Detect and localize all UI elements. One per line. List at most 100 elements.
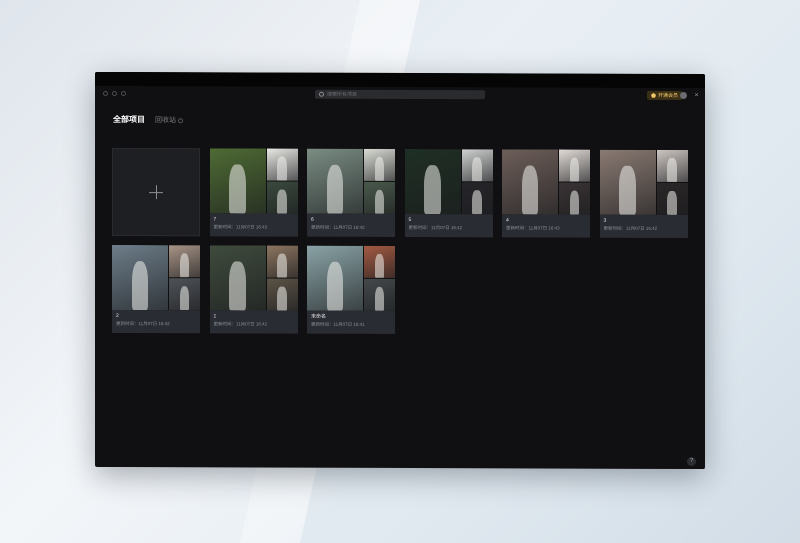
project-meta: 1 更新时间：11月07日 16:42 — [209, 310, 298, 334]
thumbnail-side-photo — [169, 245, 200, 278]
photo-subject — [569, 157, 580, 182]
crown-icon — [651, 93, 656, 98]
thumbnail-side-photo — [559, 182, 590, 215]
app-window: 搜索所有项目 开通会员 × 全部项目 回收站 7 更新时间：11月07日 16:4… — [95, 71, 705, 470]
project-card[interactable]: 2 更新时间：11月07日 16:42 — [112, 244, 200, 334]
tab-all-projects[interactable]: 全部项目 — [113, 114, 145, 125]
thumbnail-side-photo — [461, 149, 493, 182]
tab-trash[interactable]: 回收站 — [155, 115, 183, 125]
tab-trash-label: 回收站 — [155, 117, 176, 125]
project-card[interactable]: 5 更新时间：11月07日 16:42 — [404, 149, 493, 238]
project-meta: 6 更新时间：11月07日 16:42 — [307, 213, 395, 237]
photo-subject — [569, 190, 580, 215]
project-card[interactable]: 1 更新时间：11月07日 16:42 — [209, 245, 298, 334]
title-bar: 搜索所有项目 开通会员 × — [95, 86, 705, 104]
project-updated-time: 更新时间：11月07日 16:41 — [311, 321, 365, 327]
search-input[interactable]: 搜索所有项目 — [315, 89, 485, 100]
project-meta: 4 更新时间：11月07日 16:43 — [502, 214, 590, 238]
thumbnail-main-photo — [502, 149, 558, 215]
vip-button[interactable]: 开通会员 — [647, 90, 683, 100]
project-card[interactable]: 7 更新时间：11月07日 16:43 — [209, 148, 298, 237]
project-thumbnail — [209, 148, 298, 214]
project-thumbnail — [209, 245, 298, 311]
project-updated-time: 更新时间：11月07日 16:42 — [213, 321, 268, 327]
project-card[interactable]: 4 更新时间：11月07日 16:43 — [502, 149, 590, 238]
project-grid: 7 更新时间：11月07日 16:43 6 更新时间：11月07日 16:42 5 更新时… — [112, 147, 697, 334]
thumbnail-side-photo — [266, 278, 298, 311]
photo-subject — [619, 166, 636, 215]
photo-subject — [374, 156, 385, 181]
photo-subject — [179, 286, 190, 311]
project-meta: 3 更新时间：11月07日 16:42 — [599, 214, 688, 239]
project-meta: 5 更新时间：11月07日 16:42 — [404, 214, 493, 238]
search-placeholder: 搜索所有项目 — [327, 91, 358, 98]
thumbnail-main-photo — [307, 148, 363, 214]
maximize-window-dot[interactable] — [121, 91, 126, 97]
photo-subject — [326, 261, 344, 311]
project-updated-time: 更新时间：11月07日 16:43 — [213, 224, 268, 230]
project-thumbnail — [502, 149, 590, 215]
vip-label: 开通会员 — [658, 92, 679, 99]
avatar[interactable] — [680, 91, 687, 100]
photo-subject — [131, 261, 149, 311]
project-thumbnail — [599, 149, 688, 216]
new-project-button[interactable] — [112, 147, 200, 237]
project-updated-time: 更新时间：11月07日 16:43 — [506, 225, 560, 231]
project-meta: 未命名 更新时间：11月07日 16:41 — [307, 310, 395, 334]
photo-subject — [374, 189, 385, 214]
info-icon — [178, 117, 183, 123]
project-card[interactable]: 6 更新时间：11月07日 16:42 — [307, 148, 395, 237]
thumbnail-side-photo — [364, 148, 395, 181]
thumbnail-side-photo — [169, 278, 200, 311]
photo-subject — [277, 156, 287, 181]
photo-subject — [667, 157, 677, 182]
photo-subject — [374, 286, 385, 311]
thumbnail-side-photo — [559, 149, 590, 182]
thumbnail-main-photo — [404, 149, 461, 215]
thumbnail-main-photo — [599, 149, 656, 215]
project-updated-time: 更新时间：11月07日 16:42 — [603, 225, 658, 231]
thumbnail-side-photo — [656, 182, 688, 216]
project-thumbnail — [404, 149, 493, 215]
minimize-window-dot[interactable] — [112, 90, 117, 97]
project-thumbnail — [307, 245, 395, 311]
help-icon[interactable]: ? — [687, 457, 696, 467]
photo-subject — [179, 253, 190, 278]
thumbnail-side-photo — [656, 149, 688, 183]
thumbnail-side-photo — [461, 182, 493, 215]
project-updated-time: 更新时间：11月07日 16:42 — [311, 224, 365, 230]
project-card[interactable]: 未命名 更新时间：11月07日 16:41 — [307, 245, 395, 334]
close-icon[interactable]: × — [693, 92, 700, 99]
thumbnail-side-photo — [266, 181, 298, 214]
thumbnail-main-photo — [209, 245, 266, 311]
photo-subject — [326, 164, 344, 214]
project-meta: 7 更新时间：11月07日 16:43 — [209, 213, 298, 237]
photo-subject — [277, 286, 287, 311]
project-meta: 2 更新时间：11月07日 16:42 — [112, 309, 200, 334]
photo-subject — [472, 190, 482, 215]
search-icon — [319, 91, 324, 97]
project-updated-time: 更新时间：11月07日 16:42 — [408, 225, 463, 231]
thumbnail-side-photo — [364, 245, 395, 278]
photo-subject — [229, 164, 246, 214]
project-card[interactable]: 3 更新时间：11月07日 16:42 — [599, 149, 688, 239]
project-thumbnail — [112, 244, 200, 311]
thumbnail-main-photo — [209, 148, 266, 214]
window-controls — [103, 90, 126, 97]
photo-subject — [277, 189, 287, 214]
thumbnail-side-photo — [364, 181, 395, 214]
photo-subject — [521, 165, 539, 215]
thumbnail-main-photo — [112, 244, 168, 311]
photo-subject — [472, 157, 482, 182]
photo-subject — [374, 253, 385, 278]
photo-subject — [229, 261, 246, 311]
thumbnail-side-photo — [364, 278, 395, 311]
project-tabs: 全部项目 回收站 — [113, 114, 183, 125]
thumbnail-side-photo — [266, 245, 298, 278]
plus-icon — [149, 185, 163, 199]
photo-subject — [424, 165, 441, 215]
photo-subject — [277, 253, 287, 278]
photo-subject — [667, 190, 677, 215]
thumbnail-main-photo — [307, 245, 363, 311]
close-window-dot[interactable] — [103, 90, 108, 96]
